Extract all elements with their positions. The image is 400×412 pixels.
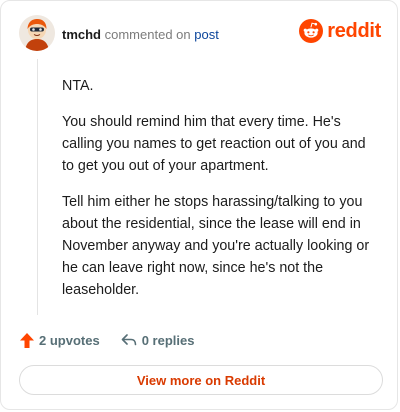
comment-paragraph: You should remind him that every time. H… [62, 114, 366, 174]
commented-on-text: commented on [104, 27, 191, 42]
reddit-wordmark: reddit [327, 19, 381, 42]
reply-count: 0 replies [141, 332, 195, 348]
post-link[interactable]: post [194, 27, 219, 42]
username-link[interactable]: tmchd [62, 27, 101, 42]
thread-line [37, 59, 38, 315]
reddit-logo-icon [299, 19, 324, 43]
reply-button[interactable]: 0 replies [120, 332, 195, 348]
avatar-icon [19, 15, 55, 51]
comment-embed-card: tmchd commented on post reddit NTA. You … [0, 0, 398, 410]
comment-paragraph: NTA. [62, 78, 94, 94]
upvote-count: 2 upvotes [39, 332, 100, 348]
reddit-brand[interactable]: reddit [299, 19, 381, 43]
view-more-button[interactable]: View more on Reddit [19, 365, 383, 395]
comment-header: tmchd commented on post reddit [19, 15, 381, 55]
upvote-arrow-icon [20, 332, 34, 348]
comment-meta: tmchd commented on post [62, 27, 219, 42]
comment-body: NTA. You should remind him that every ti… [62, 75, 374, 315]
comment-paragraph: Tell him either he stops harassing/talki… [62, 194, 370, 298]
upvote-button[interactable]: 2 upvotes [19, 332, 100, 349]
comment-actions: 2 upvotes 0 replies [19, 330, 194, 350]
user-avatar[interactable] [19, 15, 55, 51]
reply-arrow-icon [121, 334, 136, 346]
